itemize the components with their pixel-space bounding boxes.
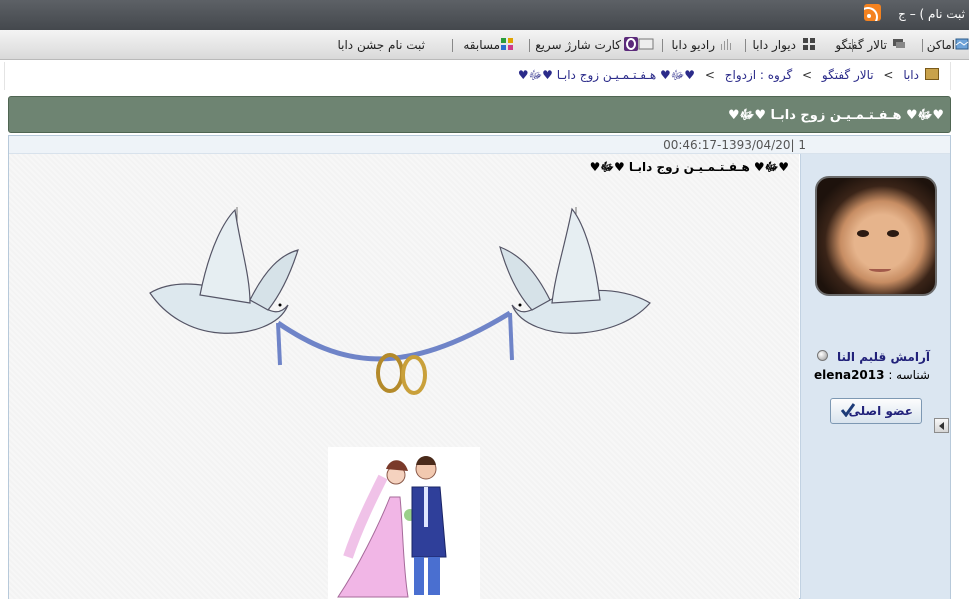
rss-icon[interactable] (864, 4, 881, 21)
author-name[interactable]: آرامش قلبم النا (837, 350, 930, 364)
nav-item-forum[interactable]: تالار گفتگو (835, 38, 887, 52)
radio-icon (721, 39, 731, 50)
breadcrumb-home[interactable]: دابا (903, 68, 919, 82)
top-bar: ثبت نام ) – ج (0, 0, 969, 30)
scroll-left-button[interactable] (934, 418, 949, 433)
nav-separator (922, 39, 923, 52)
nav-separator (852, 39, 853, 52)
topic-title: ♥ﷻ♥ هـفـتـمـیـن زوج دابـا ♥ﷻ♥ (728, 108, 944, 123)
nav-item-charge-card[interactable]: کارت شارژ سریع (535, 38, 621, 52)
breadcrumb: دابا > تالار گفتگو > گروه : ازدواج > ♥ﷻ♥… (515, 68, 942, 85)
post-datetime: 00:46:17-1393/04/20 (663, 138, 791, 152)
nav-item-contest[interactable]: مسابقه (463, 38, 500, 52)
nav-item-radio[interactable]: رادیو دابا (672, 38, 716, 52)
breadcrumb-separator: > (802, 68, 813, 82)
main-nav: اماکن تالار گفتگو دیوار دابا رادیو دابا … (0, 30, 969, 60)
breadcrumb-forum[interactable]: تالار گفتگو (822, 68, 874, 82)
contest-icon (501, 38, 513, 50)
nav-separator (452, 39, 453, 52)
breadcrumb-separator: > (704, 68, 715, 82)
nav-item-places[interactable]: اماکن (927, 38, 955, 52)
map-icon (955, 38, 969, 50)
home-icon (925, 68, 939, 80)
bride-groom-image (328, 447, 480, 599)
breadcrumb-separator: > (883, 68, 894, 82)
nav-item-daba-celebration[interactable]: ثبت نام جشن دابا (337, 38, 425, 52)
charge-card-icon (624, 37, 654, 51)
doves-rings-image (149, 207, 651, 395)
author-id-value: elena2013 (814, 368, 885, 382)
author-id: شناسه : elena2013 (814, 368, 930, 382)
breadcrumb-group[interactable]: گروه : ازدواج (725, 68, 792, 82)
avatar[interactable] (815, 176, 937, 296)
chat-icon (893, 39, 905, 48)
breadcrumb-topic[interactable]: ♥ﷻ♥ هـفـتـمـیـن زوج دابـا ♥ﷻ♥ (518, 68, 695, 82)
nav-separator (662, 39, 663, 52)
topic-title-bar: ♥ﷻ♥ هـفـتـمـیـن زوج دابـا ♥ﷻ♥ (8, 96, 951, 133)
rank-label: عضو اصلی (848, 404, 913, 418)
nav-separator (745, 39, 746, 52)
offline-status-icon (817, 350, 828, 361)
nav-separator (529, 39, 530, 52)
post-number[interactable]: 1 (798, 138, 806, 152)
post-header: 00:46:17-1393/04/20| 1 (9, 136, 950, 154)
author-panel: آرامش قلبم النا شناسه : elena2013 عضو اص… (800, 154, 950, 599)
rank-badge-button[interactable]: عضو اصلی (830, 398, 922, 424)
nav-item-wall[interactable]: دیوار دابا (753, 38, 797, 52)
breadcrumb-container: دابا > تالار گفتگو > گروه : ازدواج > ♥ﷻ♥… (4, 62, 951, 90)
register-link[interactable]: ثبت نام ) – ج (898, 7, 965, 21)
wall-icon (803, 38, 815, 50)
post-date: 00:46:17-1393/04/20| 1 (663, 138, 806, 152)
author-id-label: شناسه : (888, 368, 930, 382)
post-title: ♥ﷻ♥ هـفـتـمـیـن زوج دابـا ♥ﷻ♥ (589, 160, 789, 174)
